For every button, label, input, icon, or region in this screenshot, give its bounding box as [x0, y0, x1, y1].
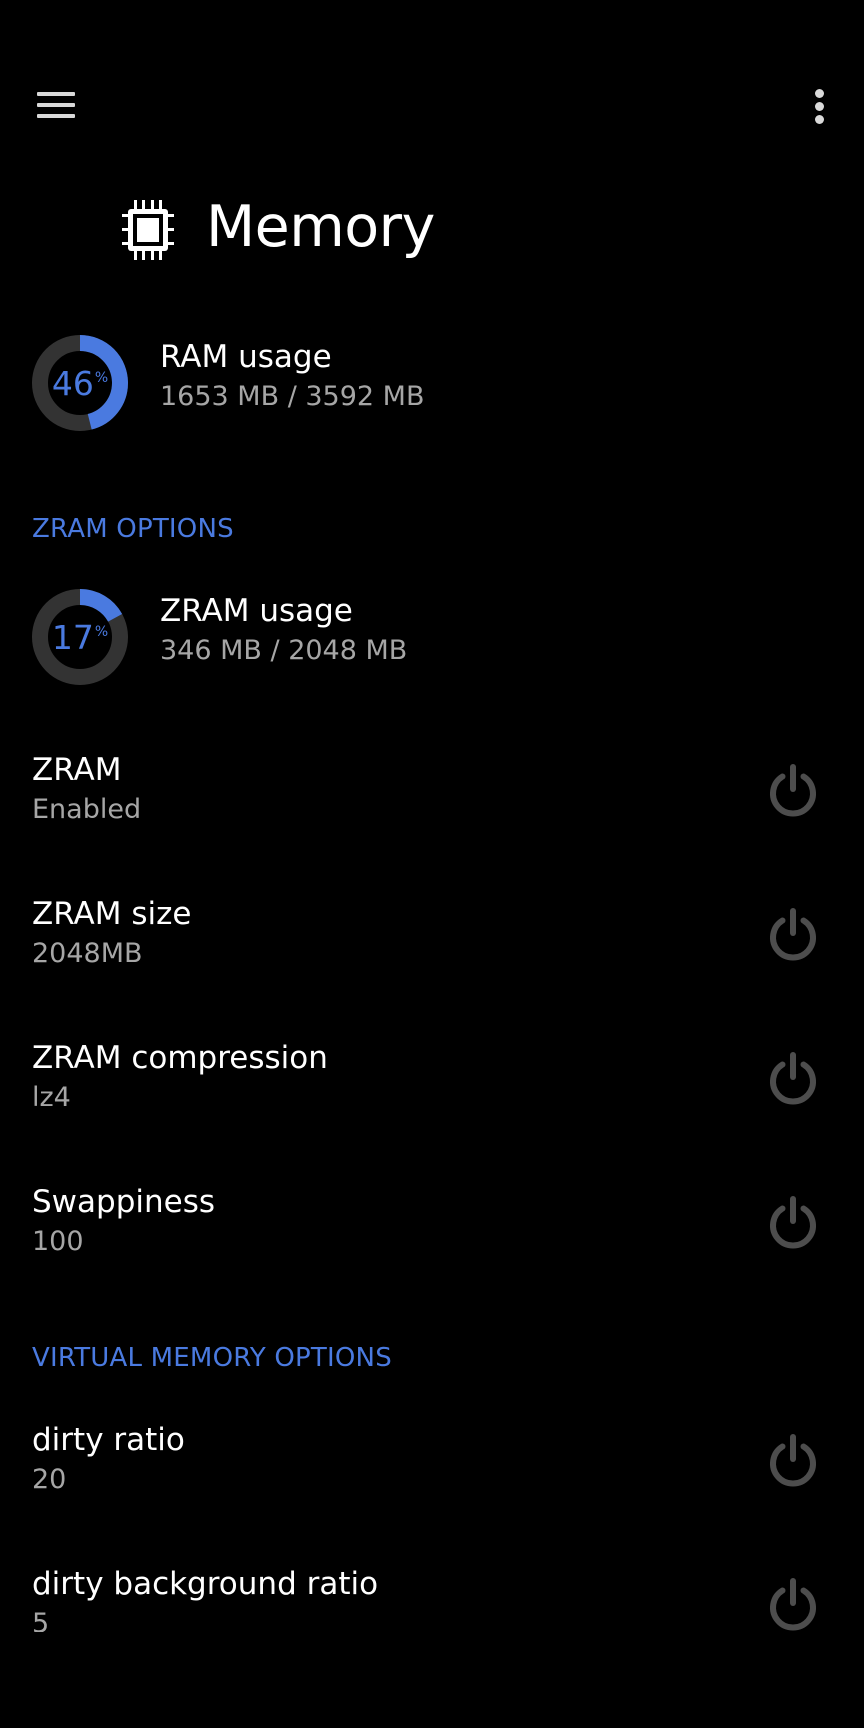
power-icon[interactable] — [760, 1190, 826, 1256]
zram-usage-donut: 17% — [32, 589, 128, 685]
power-icon[interactable] — [760, 1428, 826, 1494]
zram-percent-value: 17 — [51, 617, 94, 657]
power-glyph — [770, 1052, 816, 1105]
ram-percent-sign: % — [94, 370, 109, 386]
power-icon[interactable] — [760, 1572, 826, 1632]
setting-title: ZRAM size — [32, 896, 192, 932]
power-glyph — [770, 764, 816, 817]
ram-usage-detail: 1653 MB / 3592 MB — [160, 381, 425, 412]
setting-title: ZRAM — [32, 752, 122, 788]
zram-usage-row[interactable]: 17% ZRAM usage 346 MB / 2048 MB — [32, 589, 832, 689]
memory-chip-icon — [122, 200, 174, 260]
setting-row-swappiness[interactable]: Swappiness 100 — [0, 1184, 864, 1308]
setting-title: dirty background ratio — [32, 1566, 379, 1602]
setting-title: dirty ratio — [32, 1422, 185, 1458]
setting-row-dirty-background-ratio[interactable]: dirty background ratio 5 — [0, 1566, 864, 1632]
page-title: Memory — [206, 194, 435, 260]
more-vert-icon[interactable] — [790, 72, 850, 134]
ram-percent-value: 46 — [51, 363, 94, 403]
power-glyph — [770, 1434, 816, 1487]
ram-usage-title: RAM usage — [160, 339, 332, 375]
setting-row-zram-size[interactable]: ZRAM size 2048MB — [0, 896, 864, 1020]
setting-value: 2048MB — [32, 938, 143, 969]
setting-value: 100 — [32, 1226, 84, 1257]
setting-value: Enabled — [32, 794, 142, 825]
zram-usage-detail: 346 MB / 2048 MB — [160, 635, 408, 666]
setting-row-dirty-ratio[interactable]: dirty ratio 20 — [0, 1422, 864, 1546]
setting-row-zram-compression[interactable]: ZRAM compression lz4 — [0, 1040, 864, 1164]
zram-options-header: ZRAM OPTIONS — [32, 514, 234, 544]
setting-value: 5 — [32, 1608, 50, 1632]
power-icon[interactable] — [760, 902, 826, 968]
virtual-memory-options-header: VIRTUAL MEMORY OPTIONS — [32, 1343, 392, 1373]
zram-usage-title: ZRAM usage — [160, 593, 353, 629]
zram-percent-sign: % — [94, 624, 109, 640]
power-glyph — [770, 1196, 816, 1249]
power-glyph — [770, 908, 816, 961]
ram-usage-donut: 46% — [32, 335, 128, 431]
power-icon[interactable] — [760, 758, 826, 824]
app-content: Memory 46% RAM usage 1653 MB / 3592 MB Z… — [0, 0, 864, 1632]
ram-usage-row[interactable]: 46% RAM usage 1653 MB / 3592 MB — [32, 335, 832, 435]
setting-title: ZRAM compression — [32, 1040, 328, 1076]
setting-title: Swappiness — [32, 1184, 216, 1220]
setting-value: lz4 — [32, 1082, 71, 1113]
power-glyph — [770, 1578, 816, 1631]
hamburger-menu-icon[interactable] — [20, 72, 92, 134]
power-icon[interactable] — [760, 1046, 826, 1112]
setting-row-zram[interactable]: ZRAM Enabled — [0, 752, 864, 876]
setting-value: 20 — [32, 1464, 67, 1495]
